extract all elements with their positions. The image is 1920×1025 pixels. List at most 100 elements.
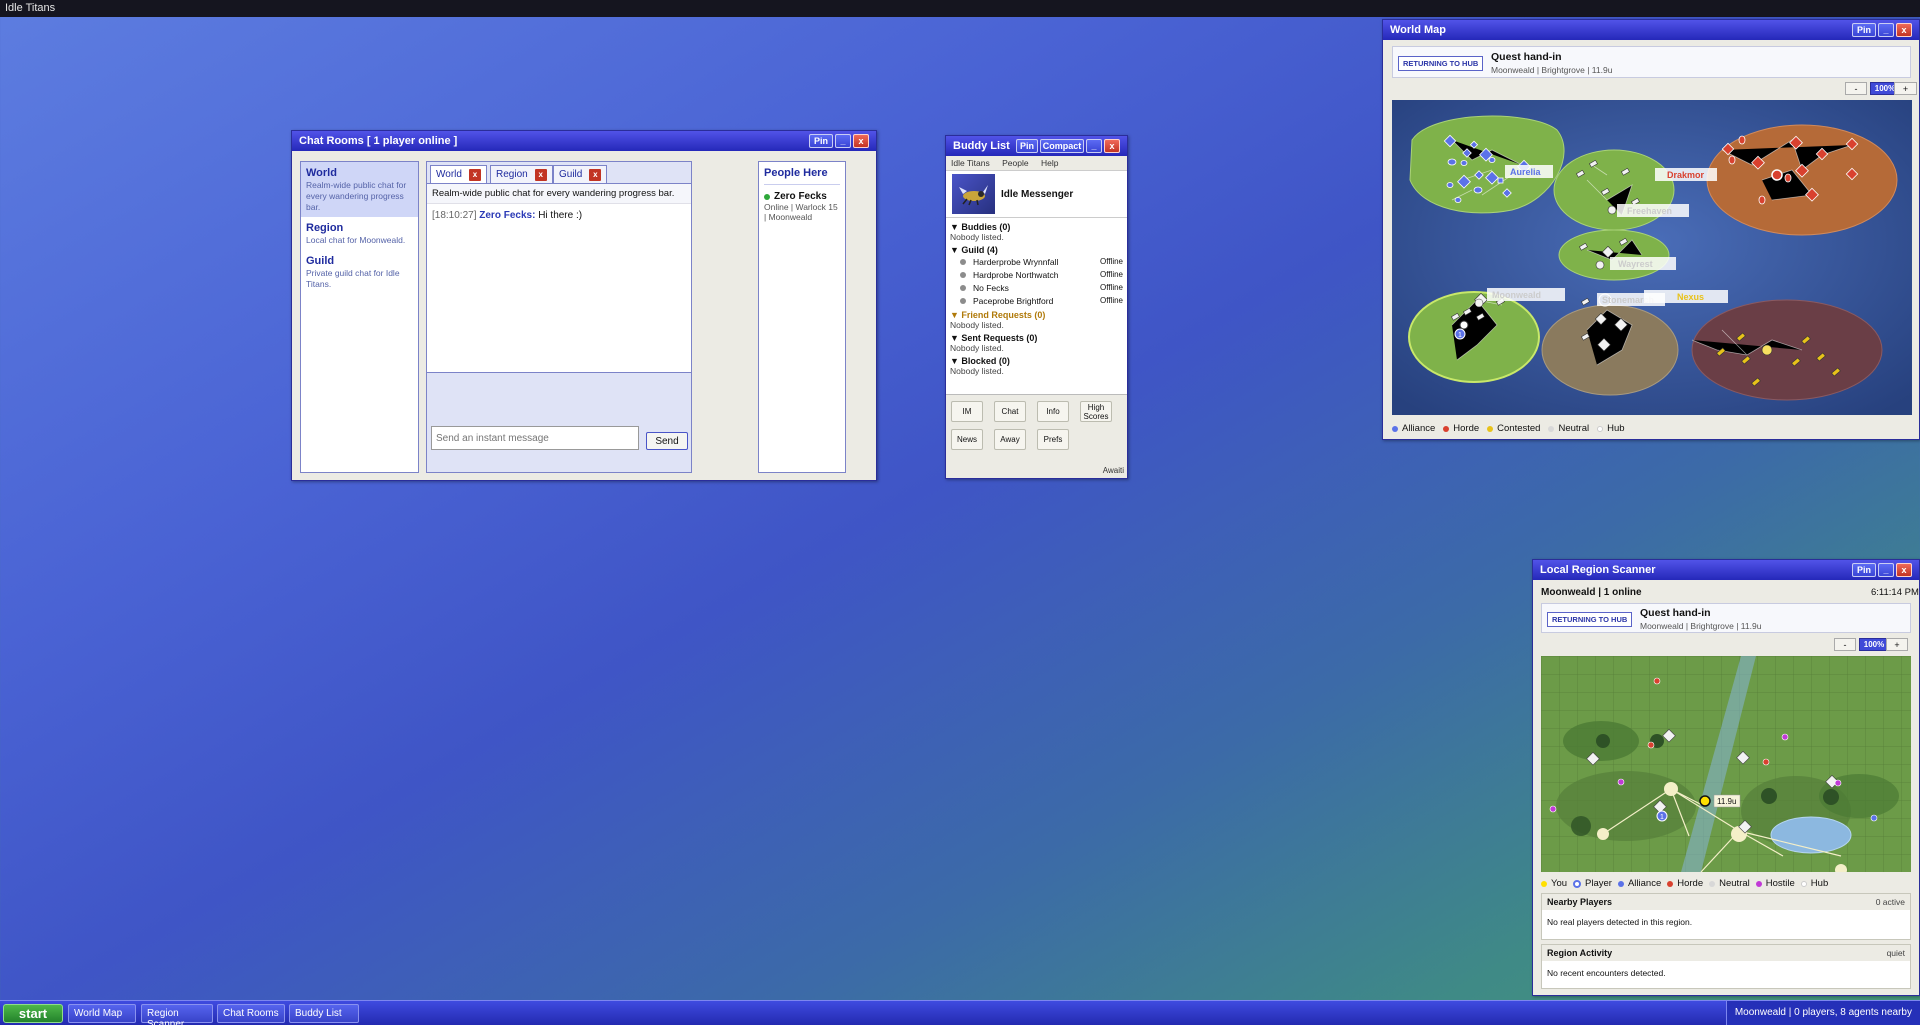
message-input[interactable] (431, 426, 639, 450)
guild-member[interactable]: No Fecks Offline (950, 281, 1123, 294)
worldmap-close-button[interactable]: x (1896, 23, 1912, 37)
scanner-zoom-in-button[interactable]: + (1886, 638, 1908, 651)
room-desc: Realm-wide public chat for every wanderi… (306, 180, 407, 212)
quest-subtitle: Moonweald | Brightgrove | 11.9u (1491, 65, 1613, 75)
taskbar-buddy-list[interactable]: Buddy List (289, 1004, 359, 1023)
region-activity-title: Region Activity (1547, 948, 1613, 958)
person-entry[interactable]: Zero Fecks Online | Warlock 15 | Moonwea… (764, 191, 840, 222)
tab-guild[interactable]: Guild x (553, 165, 608, 183)
scanner-zoom-level: 100% (1859, 638, 1889, 651)
quest-title: Quest hand-in (1491, 51, 1562, 63)
app-title-bar: Idle Titans (0, 0, 1920, 17)
scanner-title-bar[interactable]: Local Region Scanner Pin _ x (1533, 560, 1919, 580)
world-map-canvas[interactable]: 1 Aurelia Drakmor Freehaven Wayrest Moon… (1392, 100, 1912, 415)
room-guild[interactable]: Guild Private guild chat for Idle Titans… (301, 250, 418, 294)
menu-help[interactable]: Help (1041, 158, 1058, 168)
scanner-close-button[interactable]: x (1896, 563, 1912, 577)
tab-close-icon[interactable]: x (468, 168, 481, 181)
taskbar-chat-rooms[interactable]: Chat Rooms (217, 1004, 285, 1023)
legend-horde: Horde (1667, 878, 1703, 889)
buddy-title-bar[interactable]: Buddy List Pin Compact _ x (946, 136, 1127, 156)
tab-close-icon[interactable]: x (589, 168, 602, 181)
chat-main: World x Region x Guild x Realm-wide public … (426, 161, 692, 473)
buddy-list-window: Buddy List Pin Compact _ x Idle Titans P… (945, 135, 1128, 479)
friend-requests-header[interactable]: ▼ Friend Requests (0) (950, 310, 1123, 320)
nearby-players-title: Nearby Players (1547, 897, 1613, 907)
tab-region[interactable]: Region x (490, 165, 553, 183)
scanner-clock: 6:11:14 PM (1871, 587, 1919, 598)
status-dot-icon (960, 258, 966, 265)
message-text: Hi there :) (538, 210, 583, 221)
scanner-zoom-out-button[interactable]: - (1834, 638, 1856, 651)
legend-alliance: Alliance (1617, 878, 1661, 889)
room-world[interactable]: World Realm-wide public chat for every w… (301, 162, 418, 217)
worldmap-minimize-button[interactable]: _ (1878, 23, 1894, 37)
menu-people[interactable]: People (1002, 158, 1028, 168)
member-name: No Fecks (973, 282, 1009, 293)
scanner-minimize-button[interactable]: _ (1878, 563, 1894, 577)
region-scanner-window: Local Region Scanner Pin _ x Moonweald |… (1532, 559, 1920, 996)
worldmap-zoom-out-button[interactable]: - (1845, 82, 1867, 95)
blocked-empty-text: Nobody listed. (950, 366, 1004, 376)
guild-group-header[interactable]: ▼ Guild (4) (950, 245, 1123, 255)
chat-window-title: Chat Rooms [ 1 player online ] (299, 135, 458, 147)
status-dot-icon (960, 284, 966, 291)
chat-minimize-button[interactable]: _ (835, 134, 851, 148)
buddy-close-button[interactable]: x (1104, 139, 1120, 153)
messenger-name: Idle Messenger (1001, 188, 1074, 200)
chat-button[interactable]: Chat (994, 401, 1026, 422)
room-region[interactable]: Region Local chat for Moonweald. (301, 217, 418, 250)
taskbar-region-scanner[interactable]: Region Scanner (141, 1004, 213, 1025)
guild-member[interactable]: Paceprobe Brightford Offline (950, 294, 1123, 307)
news-button[interactable]: News (951, 429, 983, 450)
message-log[interactable]: Realm-wide public chat for every wanderi… (427, 183, 691, 373)
person-name: Zero Fecks (774, 191, 827, 202)
start-button[interactable]: start (3, 1004, 63, 1023)
guild-member[interactable]: Hardprobe Northwatch Offline (950, 268, 1123, 281)
worldmap-zoom-in-button[interactable]: + (1894, 82, 1917, 95)
info-button[interactable]: Info (1037, 401, 1069, 422)
room-list: World Realm-wide public chat for every w… (300, 161, 419, 473)
region-activity-text: No recent encounters detected. (1547, 968, 1666, 978)
buddy-minimize-button[interactable]: _ (1086, 139, 1102, 153)
messenger-logo-icon (952, 174, 995, 214)
legend-you: You (1541, 878, 1567, 889)
region-label-moonweald: Moonweald (1492, 290, 1541, 300)
legend-hub: Hub (1800, 878, 1828, 889)
chat-pin-button[interactable]: Pin (809, 134, 833, 148)
member-name: Hardprobe Northwatch (973, 269, 1059, 280)
taskbar-world-map[interactable]: World Map (68, 1004, 136, 1023)
blocked-header[interactable]: ▼ Blocked (0) (950, 356, 1123, 366)
buddy-pin-button[interactable]: Pin (1016, 139, 1038, 153)
buddies-empty-text: Nobody listed. (950, 232, 1004, 242)
buddy-tree: ▼ Buddies (0) Nobody listed. ▼ Guild (4)… (946, 218, 1127, 394)
prefs-button[interactable]: Prefs (1037, 429, 1069, 450)
legend-hostile: Hostile (1755, 878, 1795, 889)
worldmap-pin-button[interactable]: Pin (1852, 23, 1876, 37)
scanner-pin-button[interactable]: Pin (1852, 563, 1876, 577)
high-scores-button[interactable]: High Scores (1080, 401, 1112, 422)
legend-hub: Hub (1597, 423, 1625, 434)
nearby-players-panel: Nearby Players 0 active No real players d… (1541, 893, 1911, 940)
nearby-players-count: 0 active (1875, 897, 1905, 907)
send-button[interactable]: Send (646, 432, 688, 450)
region-scanner-canvas[interactable]: 1 11.9u (1541, 656, 1911, 872)
legend-contested: Contested (1487, 423, 1540, 434)
guild-member[interactable]: Harderprobe Wrynnfall Offline (950, 255, 1123, 268)
tab-world[interactable]: World x (430, 165, 487, 183)
tab-close-icon[interactable]: x (534, 168, 547, 181)
buddy-window-title: Buddy List (953, 140, 1010, 152)
message-author[interactable]: Zero Fecks: (479, 210, 535, 221)
chat-title-bar[interactable]: Chat Rooms [ 1 player online ] Pin _ x (292, 131, 876, 151)
chat-close-button[interactable]: x (853, 134, 869, 148)
app-title: Idle Titans (5, 2, 56, 14)
sent-requests-header[interactable]: ▼ Sent Requests (0) (950, 333, 1123, 343)
buddies-group-header[interactable]: ▼ Buddies (0) (950, 222, 1123, 232)
away-button[interactable]: Away (994, 429, 1026, 450)
worldmap-title-bar[interactable]: World Map Pin _ x (1383, 20, 1919, 40)
tab-label: Guild (559, 169, 583, 180)
im-button[interactable]: IM (951, 401, 983, 422)
region-label-wayrest: Wayrest (1618, 259, 1653, 269)
menu-idle-titans[interactable]: Idle Titans (951, 158, 990, 168)
buddy-compact-button[interactable]: Compact (1040, 139, 1084, 153)
